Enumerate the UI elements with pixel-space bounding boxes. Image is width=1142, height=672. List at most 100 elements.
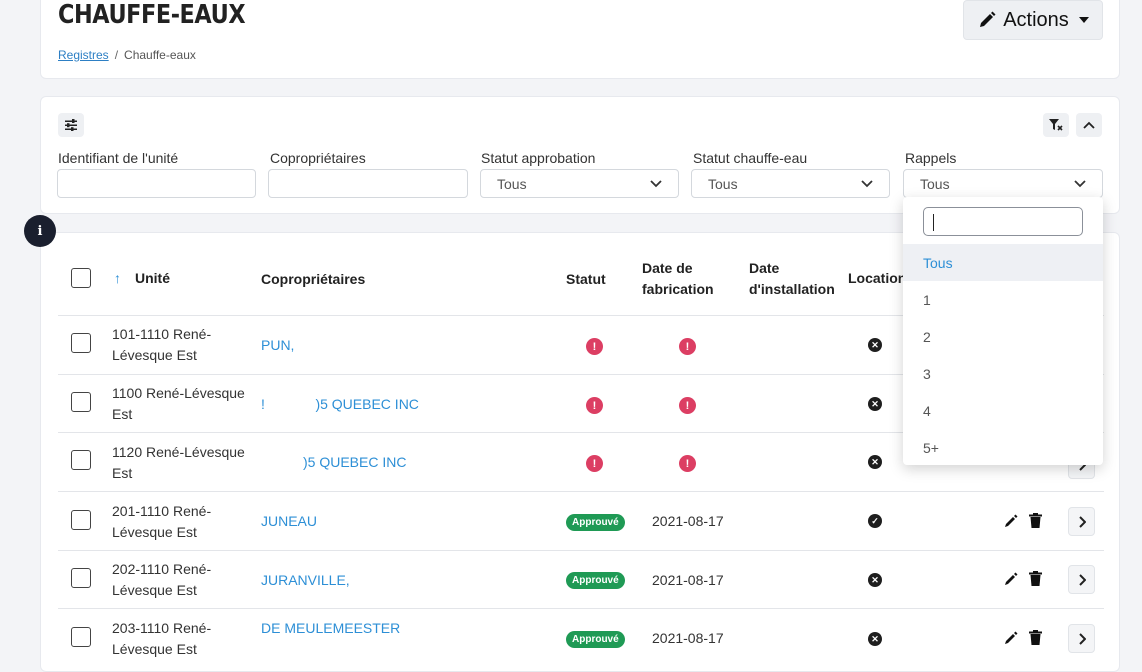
caret-down-icon xyxy=(1078,17,1089,23)
rappels-search-input[interactable] xyxy=(923,207,1083,236)
actions-button[interactable]: Actions xyxy=(963,0,1103,40)
location-x-icon: ✕ xyxy=(868,455,882,469)
row-divider xyxy=(58,491,1104,492)
row-checkbox[interactable] xyxy=(71,568,91,588)
filter-value-statut-chauffe-eau: Tous xyxy=(708,175,738,192)
row-open-button[interactable] xyxy=(1068,507,1095,536)
column-header-statut[interactable]: Statut xyxy=(566,269,606,290)
filter-label-rappels: Rappels xyxy=(905,150,957,166)
edit-icon[interactable] xyxy=(1003,630,1019,646)
alert-icon: ! xyxy=(586,397,603,414)
info-icon[interactable]: i xyxy=(24,215,56,247)
clear-filters-button[interactable] xyxy=(1043,113,1069,137)
breadcrumb-link-registres[interactable]: Registres xyxy=(58,48,109,62)
cell-coproprietaires[interactable]: JUNEAU xyxy=(261,511,317,532)
chevron-down-icon xyxy=(650,179,662,187)
rappels-option-tous[interactable]: Tous xyxy=(903,244,1103,281)
filter-value-rappels: Tous xyxy=(920,175,950,192)
alert-icon: ! xyxy=(679,397,696,414)
alert-icon: ! xyxy=(679,338,696,355)
sliders-icon xyxy=(65,119,77,131)
cell-unite[interactable]: 1100 René-Lévesque Est xyxy=(112,383,247,425)
breadcrumb-separator: / xyxy=(114,48,119,62)
status-badge-approuve: Approuvé xyxy=(566,631,625,648)
column-header-date-installation[interactable]: Date d'installation xyxy=(749,258,839,300)
page-title: CHAUFFE-EAUX xyxy=(58,0,246,30)
filter-clear-icon xyxy=(1049,119,1063,131)
location-x-icon: ✕ xyxy=(868,397,882,411)
cell-unite[interactable]: 201-1110 René-Lévesque Est xyxy=(112,501,232,543)
pencil-icon xyxy=(980,11,996,27)
collapse-filters-button[interactable] xyxy=(1076,113,1102,137)
chevron-up-icon xyxy=(1083,121,1095,129)
rappels-option-1[interactable]: 1 xyxy=(903,281,1103,318)
cell-date-fabrication: 2021-08-17 xyxy=(652,513,724,529)
chevron-right-icon xyxy=(1078,632,1086,645)
location-x-icon: ✕ xyxy=(868,573,882,587)
trash-icon[interactable] xyxy=(1029,513,1042,528)
row-checkbox[interactable] xyxy=(71,450,91,470)
cell-unite[interactable]: 202-1110 René-Lévesque Est xyxy=(112,559,232,601)
text-cursor xyxy=(933,214,934,231)
cell-unite[interactable]: 1120 René-Lévesque Est xyxy=(112,442,247,484)
column-header-unite[interactable]: Unité xyxy=(135,268,170,289)
chevron-down-icon xyxy=(1074,179,1086,187)
chevron-right-icon xyxy=(1078,573,1086,586)
filter-settings-button[interactable] xyxy=(58,113,84,137)
filter-value-statut-approbation: Tous xyxy=(497,175,527,192)
cell-coproprietaires[interactable]: JURANVILLE, xyxy=(261,570,350,591)
filter-label-coproprietaires: Copropriétaires xyxy=(270,150,366,166)
cell-date-fabrication: 2021-08-17 xyxy=(652,630,724,646)
rappels-option-4[interactable]: 4 xyxy=(903,392,1103,429)
breadcrumb-current: Chauffe-eaux xyxy=(124,48,196,62)
filter-label-statut-approbation: Statut approbation xyxy=(481,150,596,166)
cell-coproprietaires[interactable]: ! )5 QUEBEC INC xyxy=(261,394,419,415)
sort-asc-icon: ↑ xyxy=(114,270,121,286)
filter-select-statut-approbation[interactable]: Tous xyxy=(480,169,679,198)
cell-date-fabrication: 2021-08-17 xyxy=(652,572,724,588)
row-divider xyxy=(58,550,1104,551)
edit-icon[interactable] xyxy=(1003,513,1019,529)
cell-unite[interactable]: 203-1110 René-Lévesque Est xyxy=(112,618,232,660)
rappels-option-2[interactable]: 2 xyxy=(903,318,1103,355)
row-divider xyxy=(58,608,1104,609)
chevron-right-icon xyxy=(1078,515,1086,528)
filter-input-coproprietaires[interactable] xyxy=(268,169,468,198)
status-badge-approuve: Approuvé xyxy=(566,572,625,589)
rappels-option-3[interactable]: 3 xyxy=(903,355,1103,392)
filter-label-unite: Identifiant de l'unité xyxy=(58,150,179,166)
filter-select-statut-chauffe-eau[interactable]: Tous xyxy=(691,169,890,198)
column-header-coproprietaires[interactable]: Copropriétaires xyxy=(261,269,365,290)
filter-select-rappels[interactable]: Tous xyxy=(903,169,1103,198)
actions-label: Actions xyxy=(1003,8,1069,31)
cell-coproprietaires[interactable]: PUN, xyxy=(261,335,294,356)
row-checkbox[interactable] xyxy=(71,392,91,412)
cell-coproprietaires[interactable]: )5 QUEBEC INC xyxy=(303,452,406,473)
breadcrumb: Registres / Chauffe-eaux xyxy=(58,48,196,62)
status-badge-approuve: Approuvé xyxy=(566,514,625,531)
filter-input-unite[interactable] xyxy=(57,169,256,198)
trash-icon[interactable] xyxy=(1029,571,1042,586)
rappels-dropdown: Tous 1 2 3 4 5+ xyxy=(903,197,1103,465)
cell-coproprietaires[interactable]: DE MEULEMEESTER xyxy=(261,618,400,639)
edit-icon[interactable] xyxy=(1003,571,1019,587)
row-open-button[interactable] xyxy=(1068,624,1095,653)
row-checkbox[interactable] xyxy=(71,333,91,353)
location-x-icon: ✕ xyxy=(868,632,882,646)
column-header-location[interactable]: Location xyxy=(848,268,906,289)
column-header-date-fabrication[interactable]: Date de fabrication xyxy=(642,258,722,300)
location-check-icon: ✓ xyxy=(868,514,882,528)
cell-unite[interactable]: 101-1110 René-Lévesque Est xyxy=(112,324,232,366)
trash-icon[interactable] xyxy=(1029,630,1042,645)
alert-icon: ! xyxy=(679,455,696,472)
alert-icon: ! xyxy=(586,338,603,355)
row-checkbox[interactable] xyxy=(71,510,91,530)
row-checkbox[interactable] xyxy=(71,627,91,647)
filter-label-statut-chauffe-eau: Statut chauffe-eau xyxy=(693,150,808,166)
location-x-icon: ✕ xyxy=(868,338,882,352)
chevron-down-icon xyxy=(861,179,873,187)
select-all-checkbox[interactable] xyxy=(71,268,91,288)
rappels-option-5plus[interactable]: 5+ xyxy=(903,429,1103,466)
row-open-button[interactable] xyxy=(1068,565,1095,594)
alert-icon: ! xyxy=(586,455,603,472)
